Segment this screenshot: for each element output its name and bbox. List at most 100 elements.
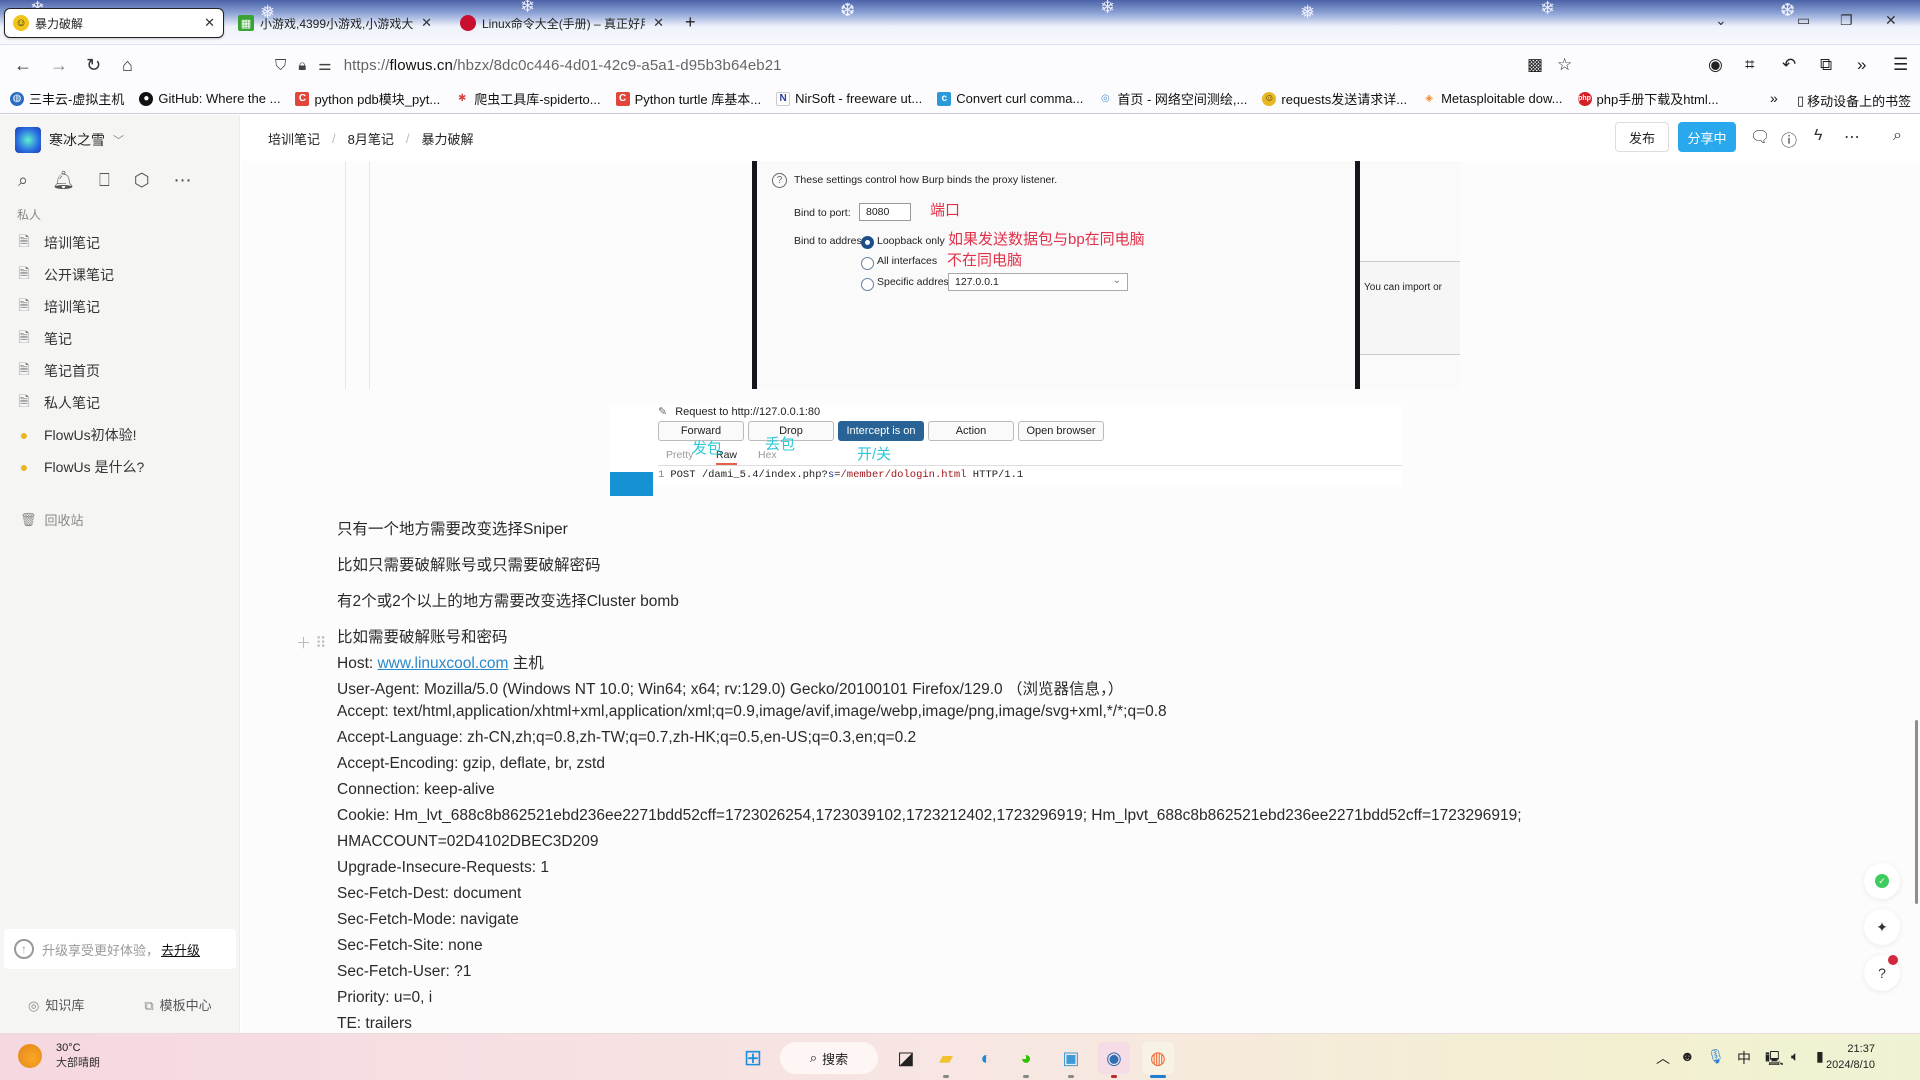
share-button[interactable]: 分享中 — [1678, 122, 1736, 152]
add-block-icon[interactable]: ＋ — [296, 635, 311, 652]
workspace-switcher[interactable]: 寒冰之雪 ﹀ — [15, 127, 124, 153]
network-icon[interactable]: 🖳︎ — [1765, 1048, 1784, 1072]
screenshot-crop-icon[interactable]: ⌗ — [1745, 55, 1755, 75]
header-line[interactable]: Priority: u=0, i — [337, 989, 432, 1007]
breadcrumb-item-current[interactable]: 暴力破解 — [422, 129, 474, 148]
bookmark-star-icon[interactable]: ☆ — [1557, 55, 1572, 75]
app-button[interactable]: ▣ — [1055, 1042, 1087, 1078]
close-tab-icon[interactable]: ✕ — [421, 15, 432, 31]
volume-icon[interactable]: 🔈︎ — [1791, 1048, 1799, 1065]
wechat-button[interactable]: ◕ — [1010, 1042, 1042, 1078]
microphone-icon[interactable]: 🎙︎ — [1707, 1048, 1725, 1065]
breadcrumb-item[interactable]: 8月笔记 — [348, 129, 394, 148]
tab[interactable]: Linux命令大全(手册) – 真正好用 ✕ — [452, 8, 672, 38]
tab-active[interactable]: ☺ 暴力破解 ✕ — [4, 8, 224, 38]
system-clock[interactable]: 21:37 2024/8/10 — [1826, 1041, 1875, 1073]
bookmarks-overflow-icon[interactable]: » — [1770, 90, 1778, 106]
qr-code-icon[interactable]: ▩ — [1527, 55, 1543, 75]
permissions-icon[interactable]: ⚌ — [318, 56, 331, 74]
header-line[interactable]: Sec-Fetch-Site: none — [337, 937, 483, 955]
app-button[interactable]: ◉ — [1098, 1042, 1130, 1078]
bookmark-item[interactable]: php php手册下载及html... — [1577, 89, 1719, 108]
template-center-button[interactable]: ⧉ 模板中心 — [144, 995, 211, 1014]
bookmark-item[interactable]: ◎ 首页 - 网络空间测绘,... — [1098, 89, 1247, 108]
search-icon[interactable]: ⌕ — [1893, 127, 1902, 145]
sidebar-item[interactable]: 🗎︎ 笔记首页 — [16, 355, 226, 387]
header-line[interactable]: Connection: keep-alive — [337, 781, 495, 799]
text-block[interactable]: 有2个或2个以上的地方需要改变选择Cluster bomb — [337, 589, 679, 611]
header-line[interactable]: Sec-Fetch-User: ?1 — [337, 963, 471, 981]
bookmark-icon[interactable]: ⎕ — [99, 170, 110, 191]
list-tabs-icon[interactable]: ⌄ — [1715, 12, 1727, 29]
knowledge-base-button[interactable]: ◎ 知识库 — [28, 995, 84, 1014]
home-icon[interactable]: ⌂ — [122, 55, 133, 75]
help-button[interactable]: ? — [1864, 955, 1900, 991]
start-button[interactable]: ⊞ — [737, 1042, 769, 1074]
header-line[interactable]: User-Agent: Mozilla/5.0 (Windows NT 10.0… — [337, 677, 1123, 699]
sidebar-item[interactable]: 🗎︎ 培训笔记 — [16, 291, 226, 323]
qq-icon[interactable]: ☻ — [1680, 1048, 1695, 1064]
drag-handle-icon[interactable]: ⠿ — [315, 635, 326, 652]
bookmark-item[interactable]: ◈ Metasploitable dow... — [1422, 91, 1562, 106]
forward-icon[interactable]: → — [50, 55, 68, 75]
close-tab-icon[interactable]: ✕ — [653, 15, 664, 31]
header-line[interactable]: TE: trailers — [337, 1015, 412, 1033]
file-explorer-button[interactable]: ▰ — [930, 1042, 962, 1078]
ai-assistant-button[interactable]: ✦ — [1864, 909, 1900, 945]
edge-button[interactable]: ◐ — [970, 1042, 1002, 1074]
bookmark-item[interactable]: C Python turtle 库基本... — [615, 89, 761, 108]
new-tab-button[interactable]: + — [685, 12, 696, 33]
menu-icon[interactable]: ☰ — [1893, 55, 1908, 75]
sidebar-item[interactable]: 🗎︎ 笔记 — [16, 323, 226, 355]
header-line[interactable]: HMACCOUNT=02D4102DBEC3D209 — [337, 833, 598, 851]
bookmark-item[interactable]: N NirSoft - freeware ut... — [776, 91, 922, 106]
bookmark-item[interactable]: ◍ 三丰云-虚拟主机 — [10, 89, 124, 108]
header-line[interactable]: Sec-Fetch-Dest: document — [337, 885, 521, 903]
host-link[interactable]: www.linuxcool.com — [377, 655, 508, 672]
sidebar-item[interactable]: ● FlowUs 是什么? — [16, 451, 226, 483]
text-block-host[interactable]: Host: www.linuxcool.com 主机 — [337, 651, 544, 673]
weather-widget[interactable]: 30°C 大部晴朗 — [18, 1042, 100, 1070]
mobile-bookmarks[interactable]: ▯ 移动设备上的书签 — [1797, 91, 1911, 110]
text-block[interactable]: 比如需要破解账号和密码 — [337, 625, 508, 647]
header-line[interactable]: Cookie: Hm_lvt_688c8b862521ebd236ee2271b… — [337, 807, 1522, 825]
info-icon[interactable]: ⓘ — [1781, 127, 1797, 151]
publish-button[interactable]: 发布 — [1615, 122, 1669, 152]
bell-icon[interactable]: 🔔︎ — [52, 170, 75, 191]
extensions-icon[interactable]: ⧉ — [1820, 55, 1832, 75]
ime-indicator[interactable]: 中 — [1737, 1048, 1751, 1068]
settings-icon[interactable]: ⬡ — [134, 170, 150, 191]
overflow-chevrons-icon[interactable]: » — [1857, 55, 1866, 75]
header-line[interactable]: Upgrade-Insecure-Requests: 1 — [337, 859, 549, 877]
back-icon[interactable]: ← — [14, 55, 32, 75]
tray-overflow-icon[interactable]: ︿ — [1656, 1048, 1670, 1068]
minimize-icon[interactable]: ▭ — [1797, 12, 1810, 29]
bookmark-item[interactable]: Cpython pdb模块_pyt... — [295, 89, 440, 108]
close-window-icon[interactable]: ✕ — [1885, 12, 1897, 29]
undo-icon[interactable]: ↶ — [1782, 55, 1796, 75]
breadcrumb-item[interactable]: 培训笔记 — [268, 129, 320, 148]
header-line[interactable]: Accept-Encoding: gzip, deflate, br, zstd — [337, 755, 605, 773]
url-bar[interactable]: ⛉ 🔒︎ ⚌ https://flowus.cn/hbzx/8dc0c446-4… — [275, 51, 1535, 79]
sidebar-item[interactable]: 🗎︎ 培训笔记 — [16, 227, 226, 259]
bookmark-item[interactable]: ● GitHub: Where the ... — [139, 91, 280, 106]
firefox-button[interactable]: ◍ — [1142, 1042, 1174, 1078]
reload-icon[interactable]: ↻ — [86, 55, 101, 75]
taskbar-search[interactable]: ⌕ 搜索 — [780, 1042, 878, 1074]
url-text[interactable]: https://flowus.cn/hbzx/8dc0c446-4d01-42c… — [344, 57, 782, 74]
sidebar-item[interactable]: 🗎︎ 私人笔记 — [16, 387, 226, 419]
more-options-icon[interactable]: ⋯ — [1844, 127, 1860, 147]
task-view-button[interactable]: ◪ — [890, 1042, 922, 1074]
battery-icon[interactable]: ▮ — [1816, 1048, 1824, 1065]
close-tab-icon[interactable]: ✕ — [204, 15, 215, 31]
search-icon[interactable]: ⌕ — [18, 170, 28, 191]
tab[interactable]: ▦ 小游戏,4399小游戏,小游戏大全 ✕ — [230, 8, 440, 38]
upgrade-link[interactable]: 去升级 — [161, 940, 200, 959]
text-block[interactable]: 比如只需要破解账号或只需要破解密码 — [337, 553, 601, 575]
shield-icon[interactable]: ⛉ — [275, 57, 286, 74]
sidebar-item[interactable]: ● FlowUs初体验! — [16, 419, 226, 451]
embedded-image-burp-bind-settings[interactable]: ? These settings control how Burp binds … — [752, 161, 1460, 389]
account-icon[interactable]: ◉ — [1708, 55, 1723, 75]
lock-icon[interactable]: 🔒︎ — [298, 57, 306, 74]
trash-link[interactable]: 🗑︎ 回收站 — [20, 510, 84, 529]
